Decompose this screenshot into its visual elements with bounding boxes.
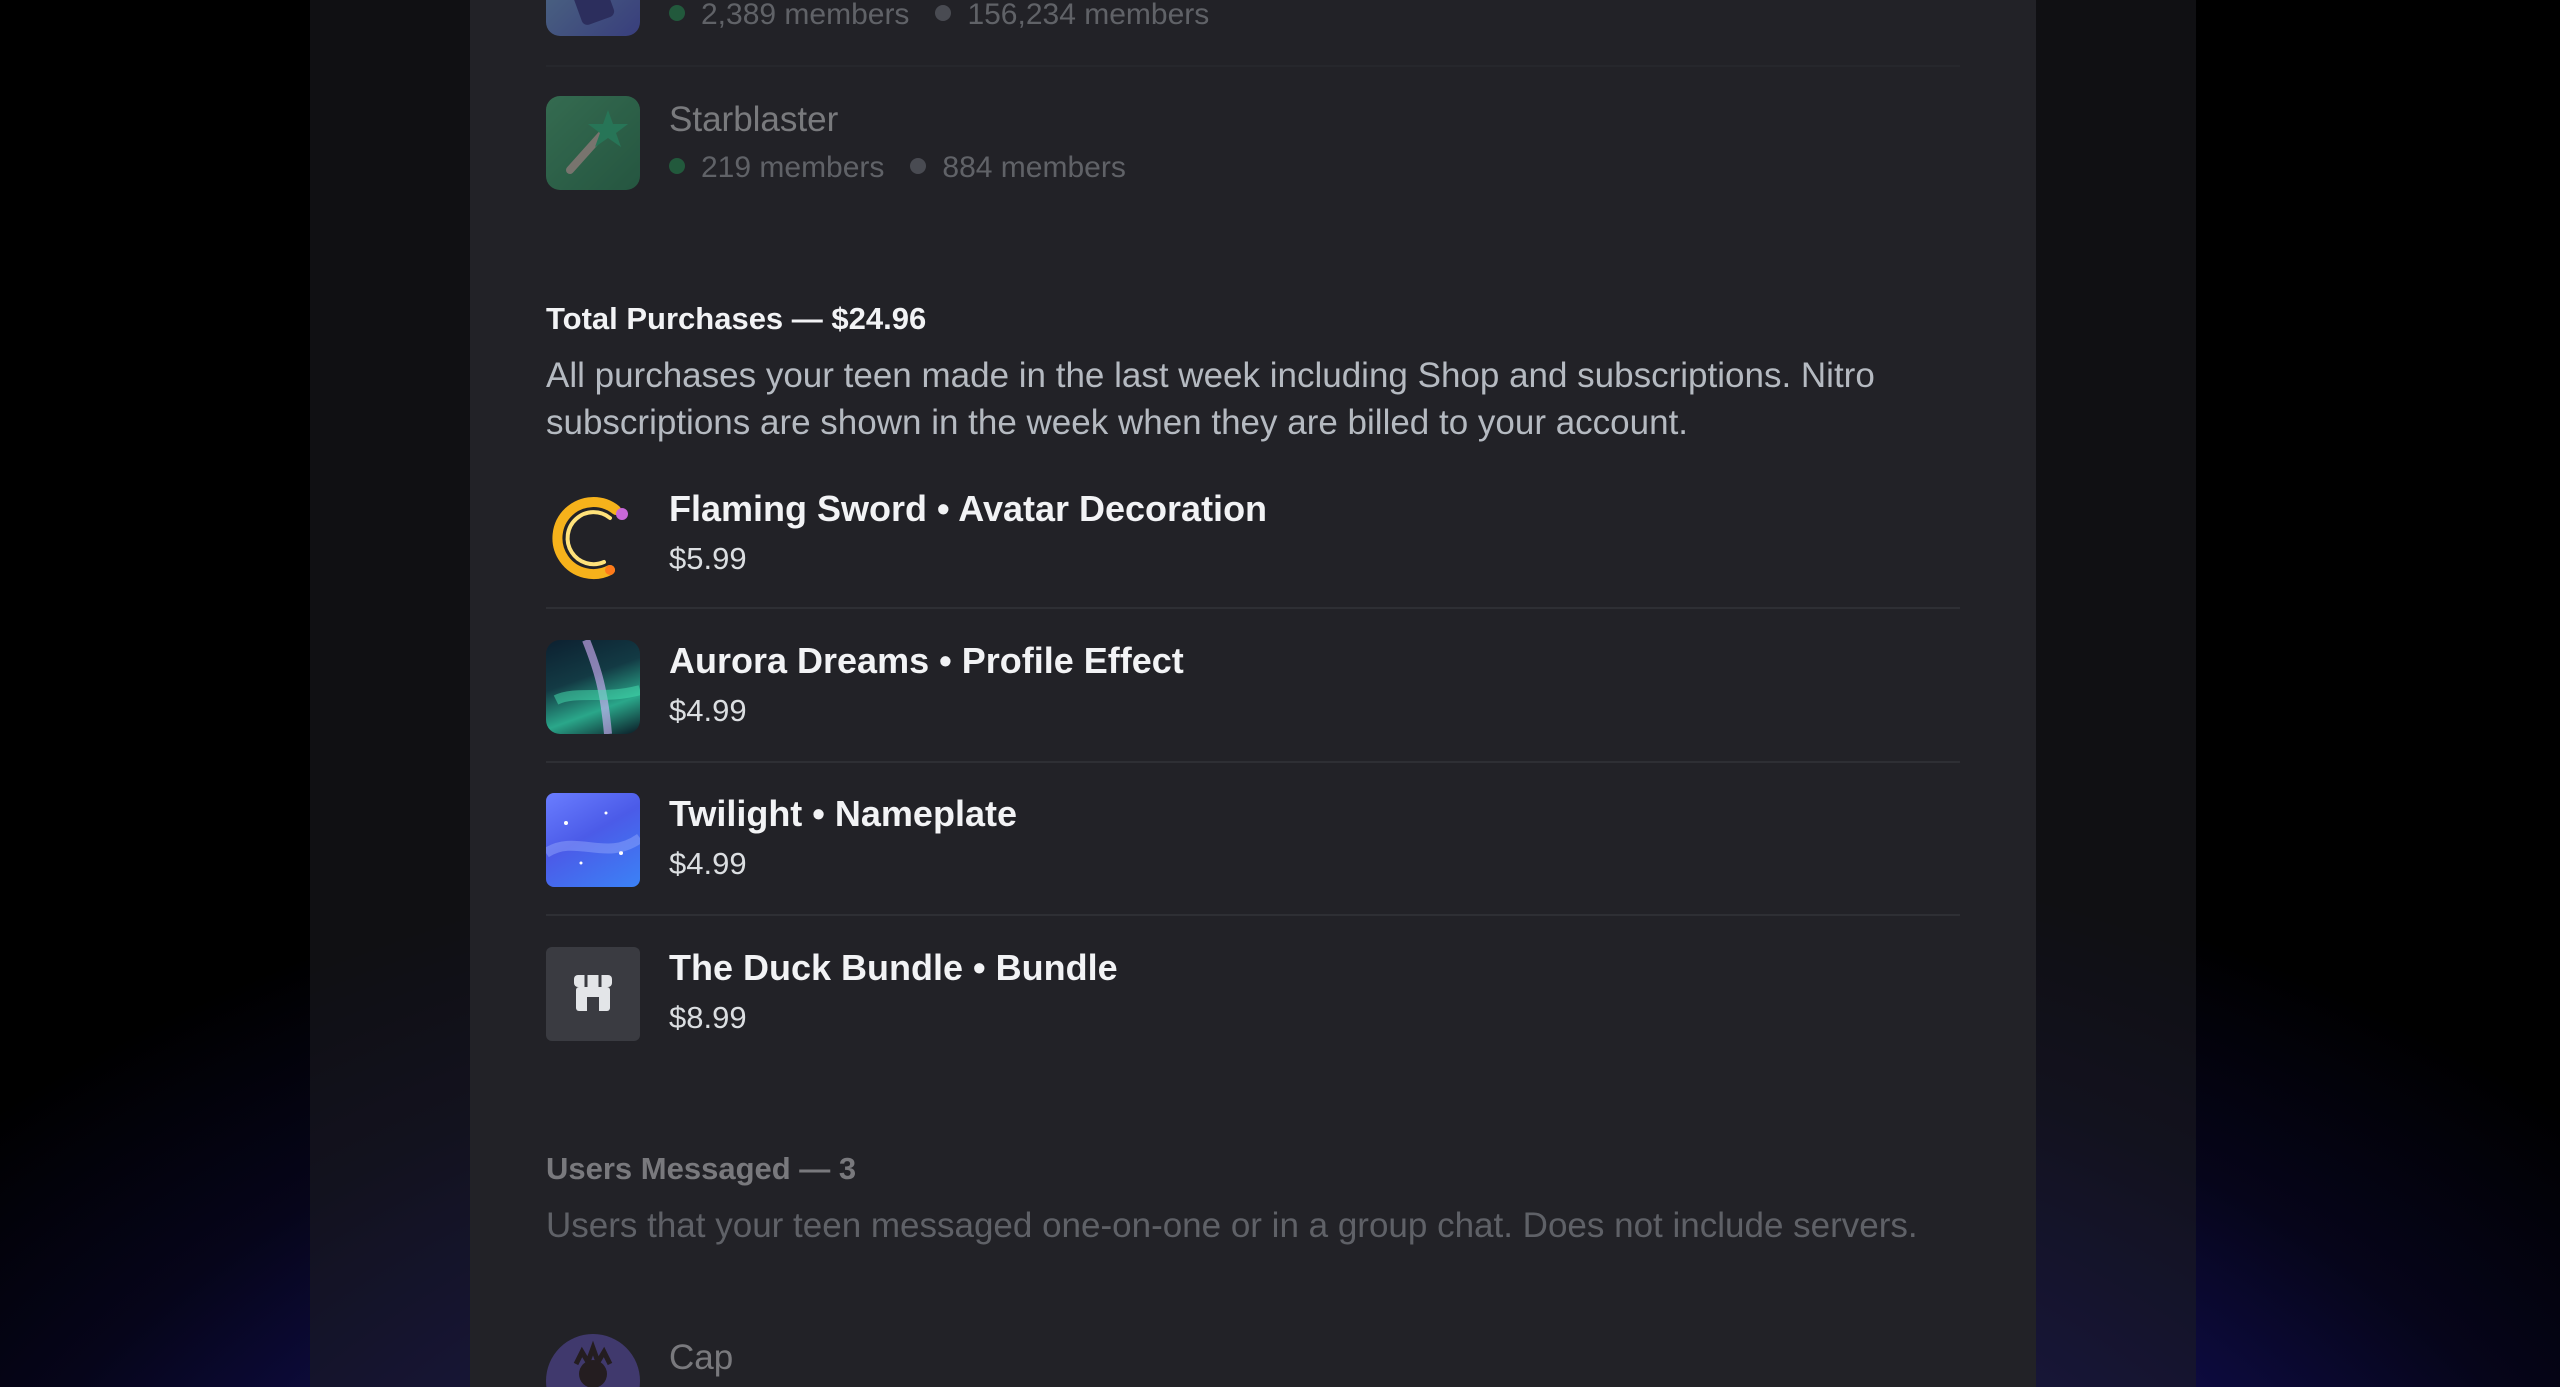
purchases-section-description: All purchases your teen made in the last… bbox=[546, 356, 1875, 442]
server-member-stats: 2,389 members 156,234 members bbox=[669, 0, 1209, 32]
divider bbox=[546, 761, 1960, 763]
shop-icon bbox=[546, 947, 640, 1041]
purchase-name: Twilight • Nameplate bbox=[669, 793, 1017, 834]
divider bbox=[546, 607, 1960, 609]
total-dot bbox=[935, 5, 952, 22]
user-name: Cap bbox=[669, 1338, 734, 1377]
divider bbox=[546, 914, 1960, 916]
aurora-icon bbox=[546, 640, 640, 734]
server-member-stats: 219 members 884 members bbox=[669, 151, 1126, 185]
server-icon bbox=[546, 96, 640, 190]
online-count: 219 members bbox=[701, 151, 885, 184]
purchase-name: Aurora Dreams • Profile Effect bbox=[669, 640, 1184, 681]
purchase-name: Flaming Sword • Avatar Decoration bbox=[669, 488, 1268, 529]
total-count: 884 members bbox=[942, 151, 1126, 184]
purchase-price: $4.99 bbox=[669, 846, 747, 881]
total-count: 156,234 members bbox=[967, 0, 1210, 31]
purchases-section-title: Total Purchases — $24.96 bbox=[546, 301, 927, 336]
users-section-description: Users that your teen messaged one-on-one… bbox=[546, 1206, 1918, 1245]
purchase-name: The Duck Bundle • Bundle bbox=[669, 947, 1118, 988]
purchase-price: $5.99 bbox=[669, 541, 747, 576]
users-section-title: Users Messaged — 3 bbox=[546, 1151, 857, 1186]
online-dot bbox=[669, 158, 685, 175]
twilight-icon bbox=[546, 793, 640, 887]
total-dot bbox=[910, 158, 927, 175]
purchase-price: $8.99 bbox=[669, 1000, 747, 1035]
server-name: Starblaster bbox=[669, 100, 839, 139]
online-count: 2,389 members bbox=[701, 0, 910, 31]
purchase-price: $4.99 bbox=[669, 693, 747, 728]
divider bbox=[546, 65, 1960, 67]
server-icon bbox=[546, 0, 640, 36]
online-dot bbox=[669, 5, 685, 22]
flaming-sword-icon bbox=[546, 488, 640, 582]
